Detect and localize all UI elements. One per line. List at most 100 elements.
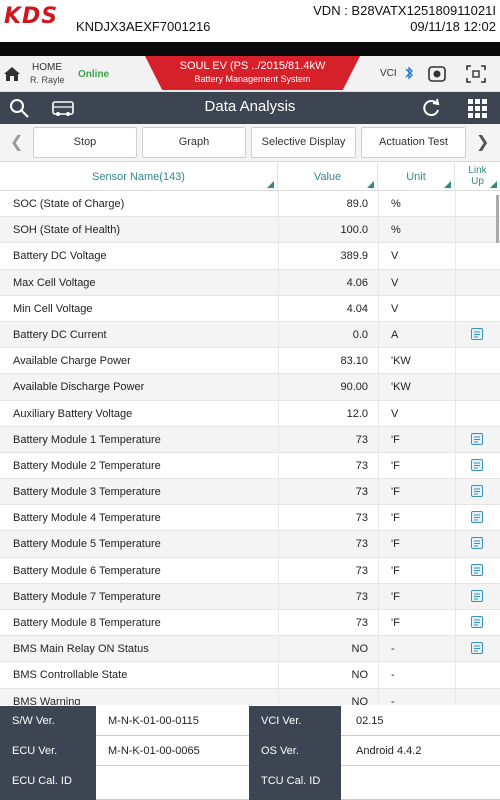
column-divider <box>455 636 456 662</box>
column-divider <box>378 217 379 243</box>
header-divider <box>0 42 500 56</box>
column-divider <box>278 531 279 557</box>
actuation-test-button[interactable]: Actuation Test <box>361 127 466 158</box>
table-row[interactable]: Battery Module 8 Temperature 73 'F <box>0 610 500 637</box>
column-divider <box>455 400 456 426</box>
sensor-name: Battery Module 1 Temperature <box>13 433 161 446</box>
sensor-name: Battery DC Voltage <box>13 250 107 263</box>
action-toolbar: ❮ Stop Graph Selective Display Actuation… <box>0 124 500 162</box>
table-row[interactable]: BMS Main Relay ON Status NO - <box>0 636 500 663</box>
column-unit[interactable]: Unit <box>378 163 455 191</box>
table-row[interactable]: BMS Warning NO - <box>0 688 500 705</box>
home-label[interactable]: HOME <box>32 62 62 73</box>
column-divider <box>278 479 279 505</box>
column-link-up[interactable]: Link Up <box>455 163 500 191</box>
sensor-value: 90.00 <box>340 381 368 394</box>
table-row[interactable]: Battery DC Voltage 389.9 V <box>0 243 500 270</box>
screen-capture-icon[interactable] <box>465 64 487 84</box>
link-up-icon[interactable] <box>471 563 483 576</box>
column-value[interactable]: Value <box>278 163 378 191</box>
table-row[interactable]: Battery DC Current 0.0 A <box>0 321 500 349</box>
column-divider <box>378 374 379 400</box>
sensor-unit: % <box>391 198 401 210</box>
column-divider <box>455 505 456 531</box>
column-divider <box>378 688 379 705</box>
table-row[interactable]: Available Charge Power 83.10 'KW <box>0 348 500 375</box>
table-row[interactable]: Battery Module 5 Temperature 73 'F <box>0 531 500 558</box>
column-divider <box>278 610 279 636</box>
link-up-icon[interactable] <box>471 616 483 628</box>
column-divider <box>378 583 379 609</box>
column-divider <box>278 217 279 243</box>
sw-version-value: M-N-K-01-00-0115 <box>108 715 199 727</box>
table-row[interactable]: Min Cell Voltage 4.04 V <box>0 295 500 322</box>
link-up-icon[interactable] <box>471 432 483 445</box>
table-row[interactable]: SOC (State of Charge) 89.0% <box>0 191 500 218</box>
table-row[interactable]: SOH (State of Health) 100.0% <box>0 217 500 244</box>
link-up-icon[interactable] <box>471 458 483 471</box>
sensor-unit: V <box>391 407 399 420</box>
link-up-icon[interactable] <box>471 485 483 498</box>
selective-display-button[interactable]: Selective Display <box>251 127 356 158</box>
table-row[interactable]: BMS Controllable State NO - <box>0 662 500 689</box>
chevron-right-icon[interactable]: ❯ <box>476 132 489 152</box>
table-row[interactable]: Max Cell Voltage 4.06 V <box>0 269 500 296</box>
table-row[interactable]: Battery Module 2 Temperature 73 'F <box>0 452 500 480</box>
chevron-left-icon[interactable]: ❮ <box>10 132 23 152</box>
kds-logo: KDS <box>4 4 59 29</box>
vehicle-system-selector[interactable]: SOUL EV (PS ../2015/81.4kW Battery Manag… <box>145 56 360 90</box>
column-divider <box>378 191 379 217</box>
sensor-name: Min Cell Voltage <box>13 302 93 315</box>
sensor-unit: 'F <box>391 617 400 629</box>
link-up-icon[interactable] <box>471 511 483 524</box>
sensor-unit: 'F <box>391 433 400 446</box>
graph-button[interactable]: Graph <box>142 127 246 158</box>
footer-row-1: S/W Ver. M-N-K-01-00-0115 VCI Ver. 02.15 <box>0 706 500 736</box>
sensor-name: Battery Module 6 Temperature <box>13 564 161 577</box>
home-icon[interactable] <box>3 65 21 83</box>
sensor-value: 73 <box>355 459 368 472</box>
table-row[interactable]: Available Discharge Power 90.00 'KW <box>0 374 500 401</box>
table-row[interactable]: Battery Module 6 Temperature 73 'F <box>0 557 500 584</box>
column-divider <box>378 479 379 505</box>
table-row[interactable]: Battery Module 7 Temperature 73 'F <box>0 583 500 610</box>
table-row[interactable]: Battery Module 3 Temperature 73 'F <box>0 479 500 506</box>
sensor-value: NO <box>351 643 369 656</box>
link-up-icon[interactable] <box>471 327 483 340</box>
sensor-name: SOC (State of Charge) <box>13 198 125 210</box>
scrollbar[interactable] <box>496 195 499 243</box>
sensor-name: Battery Module 3 Temperature <box>13 486 161 499</box>
sensor-unit: 'F <box>391 564 400 577</box>
link-up-icon[interactable] <box>471 537 483 550</box>
column-divider <box>378 426 379 452</box>
column-divider <box>378 505 379 531</box>
sensor-unit: 'KW <box>391 381 411 394</box>
table-row[interactable]: Battery Module 4 Temperature 73 'F <box>0 505 500 532</box>
table-row[interactable]: Battery Module 1 Temperature 73 'F <box>0 426 500 453</box>
sensor-data-table[interactable]: SOC (State of Charge) 89.0% SOH (State of … <box>0 191 500 705</box>
link-up-icon[interactable] <box>471 642 483 655</box>
sensor-name: Battery Module 8 Temperature <box>13 617 161 629</box>
sensor-unit: 'F <box>391 590 400 603</box>
stop-button[interactable]: Stop <box>33 127 137 158</box>
column-divider <box>278 295 279 321</box>
column-divider <box>378 531 379 557</box>
table-row[interactable]: Auxiliary Battery Voltage 12.0 V <box>0 400 500 427</box>
sensor-unit: 'F <box>391 512 400 525</box>
sensor-name: Battery Module 7 Temperature <box>13 590 161 603</box>
column-divider <box>378 662 379 688</box>
vin-number: KNDJX3AEXF7001216 <box>76 19 211 34</box>
sensor-name: Auxiliary Battery Voltage <box>13 407 133 420</box>
column-sensor-name[interactable]: Sensor Name(143) <box>0 163 278 191</box>
grid-menu-icon[interactable] <box>466 97 488 119</box>
record-icon[interactable] <box>426 64 448 84</box>
sensor-value: 73 <box>355 617 368 629</box>
column-divider <box>455 269 456 295</box>
link-up-icon[interactable] <box>471 589 483 602</box>
os-version-label: OS Ver. <box>249 736 341 766</box>
sensor-unit: - <box>391 643 395 656</box>
sensor-value: 73 <box>355 486 368 499</box>
ecu-version-value: M-N-K-01-00-0065 <box>108 745 200 757</box>
column-divider <box>455 662 456 688</box>
refresh-icon[interactable] <box>420 97 442 119</box>
